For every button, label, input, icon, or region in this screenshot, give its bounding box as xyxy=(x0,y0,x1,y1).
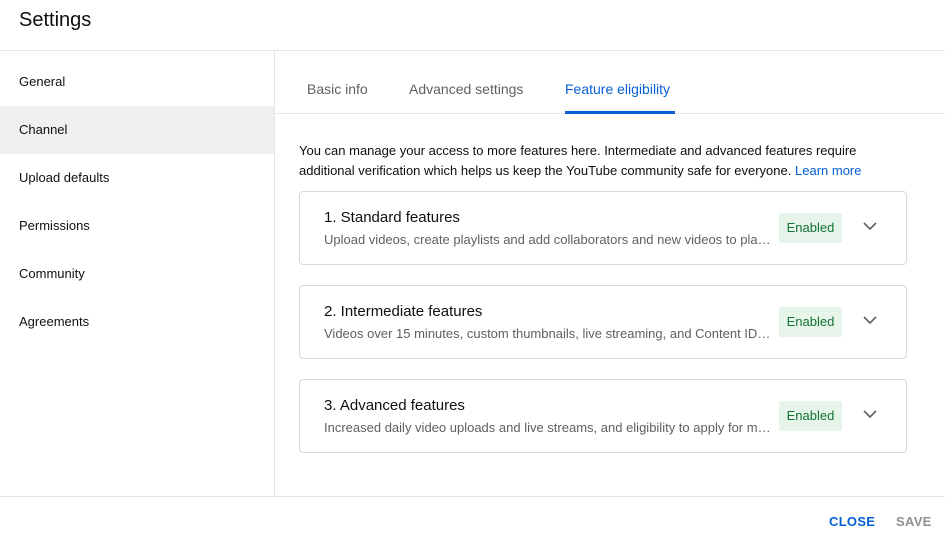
intro-text-block: You can manage your access to more featu… xyxy=(299,141,899,181)
close-button[interactable]: CLOSE xyxy=(829,514,875,529)
sidebar-item-upload-defaults[interactable]: Upload defaults xyxy=(0,154,274,202)
feature-title: 1. Standard features xyxy=(324,209,460,226)
save-button[interactable]: SAVE xyxy=(896,514,932,529)
tab-bar: Basic info Advanced settings Feature eli… xyxy=(275,51,945,114)
sidebar-item-channel[interactable]: Channel xyxy=(0,106,274,154)
feature-description: Videos over 15 minutes, custom thumbnail… xyxy=(324,326,772,341)
feature-card-standard[interactable]: 1. Standard features Upload videos, crea… xyxy=(299,191,907,265)
chevron-down-icon[interactable] xyxy=(860,216,880,236)
sidebar-item-community[interactable]: Community xyxy=(0,250,274,298)
page-title: Settings xyxy=(19,9,92,31)
dialog-header: Settings xyxy=(0,0,945,51)
sidebar: General Channel Upload defaults Permissi… xyxy=(0,51,275,496)
status-badge: Enabled xyxy=(779,401,842,431)
intro-text: You can manage your access to more featu… xyxy=(299,143,857,178)
sidebar-item-agreements[interactable]: Agreements xyxy=(0,298,274,346)
feature-description: Upload videos, create playlists and add … xyxy=(324,232,772,247)
active-tab-indicator xyxy=(565,111,675,114)
tab-feature-eligibility[interactable]: Feature eligibility xyxy=(565,81,670,97)
feature-title: 2. Intermediate features xyxy=(324,303,483,320)
feature-title: 3. Advanced features xyxy=(324,397,465,414)
feature-card-intermediate[interactable]: 2. Intermediate features Videos over 15 … xyxy=(299,285,907,359)
status-badge: Enabled xyxy=(779,213,842,243)
chevron-down-icon[interactable] xyxy=(860,310,880,330)
feature-card-advanced[interactable]: 3. Advanced features Increased daily vid… xyxy=(299,379,907,453)
learn-more-link[interactable]: Learn more xyxy=(795,163,861,178)
sidebar-item-general[interactable]: General xyxy=(0,58,274,106)
tab-basic-info[interactable]: Basic info xyxy=(307,81,368,97)
dialog-footer: CLOSE SAVE xyxy=(0,496,945,540)
status-badge: Enabled xyxy=(779,307,842,337)
sidebar-item-permissions[interactable]: Permissions xyxy=(0,202,274,250)
chevron-down-icon[interactable] xyxy=(860,404,880,424)
tab-advanced-settings[interactable]: Advanced settings xyxy=(409,81,523,97)
feature-description: Increased daily video uploads and live s… xyxy=(324,420,772,435)
